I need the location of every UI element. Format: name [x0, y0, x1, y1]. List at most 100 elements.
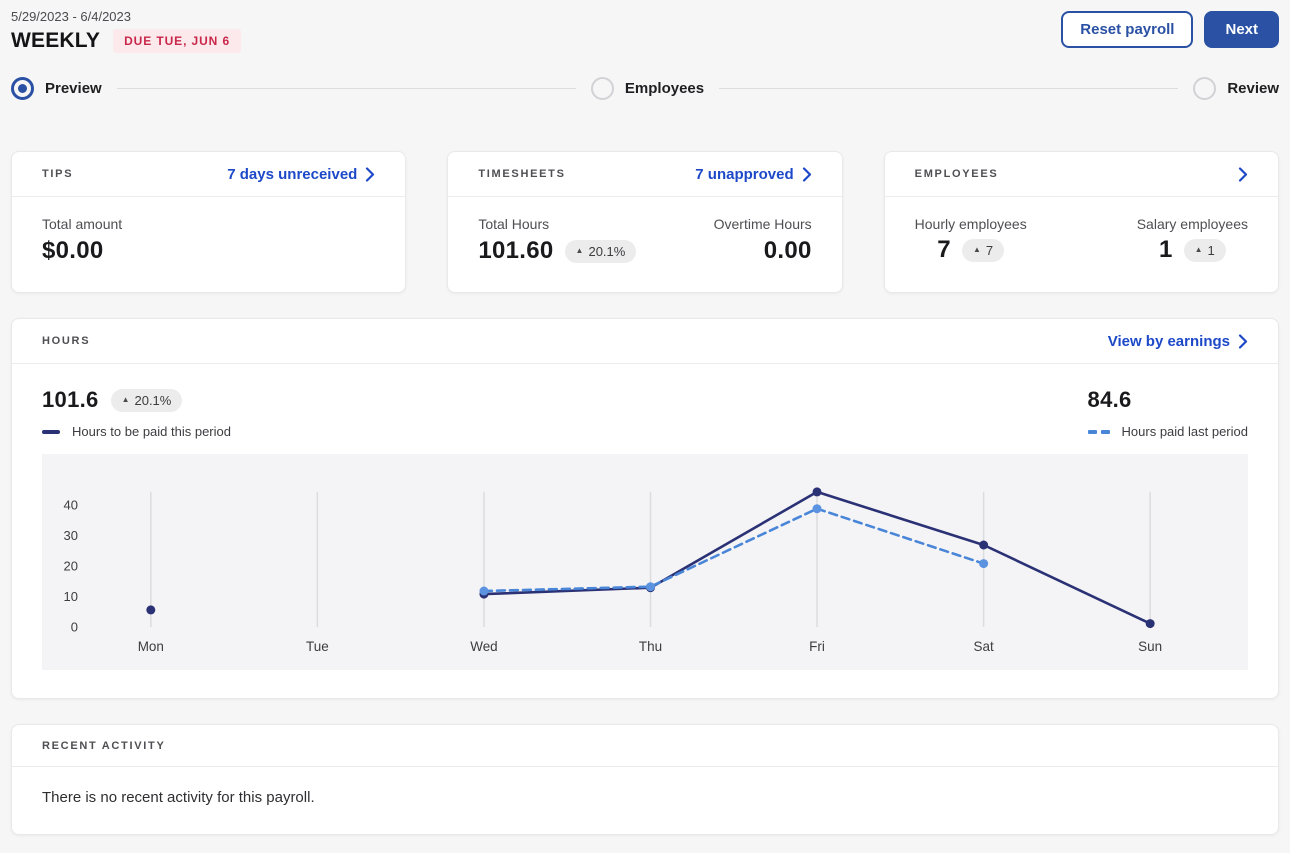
employees-card-body: Hourly employees 7 ▲ 7 Salary employees	[885, 197, 1278, 291]
topbar-left: 5/29/2023 - 6/4/2023 WEEKLY DUE TUE, JUN…	[11, 9, 242, 53]
step-employees-radio-icon[interactable]	[590, 77, 614, 100]
timesheets-card-header: TIMESHEETS 7 unapproved	[448, 152, 842, 197]
page-title: WEEKLY	[11, 29, 101, 52]
summary-cards-row: TIPS 7 days unreceived Total amount $0.0…	[11, 151, 1279, 293]
tips-card-header: TIPS 7 days unreceived	[12, 152, 406, 197]
hours-card-title: HOURS	[42, 335, 91, 347]
current-period-summary: 101.6 ▲ 20.1% Hours to be paid this peri…	[42, 387, 231, 439]
up-arrow-icon: ▲	[972, 245, 981, 254]
topbar: 5/29/2023 - 6/4/2023 WEEKLY DUE TUE, JUN…	[11, 9, 1279, 53]
svg-text:Mon: Mon	[138, 639, 164, 654]
step-preview-radio-icon[interactable]	[11, 77, 34, 100]
previous-period-total: 84.6	[1087, 387, 1132, 412]
tips-card: TIPS 7 days unreceived Total amount $0.0…	[11, 151, 407, 293]
svg-text:Tue: Tue	[306, 639, 329, 654]
step-review[interactable]: Review	[1193, 77, 1279, 100]
recent-activity-card: RECENT ACTIVITY There is no recent activ…	[11, 724, 1279, 835]
timesheets-card-body: Total Hours 101.60 ▲ 20.1% Overtime Hour…	[448, 197, 841, 292]
view-by-earnings-link[interactable]: View by earnings	[1108, 333, 1248, 350]
reset-payroll-button[interactable]: Reset payroll	[1061, 11, 1194, 48]
svg-text:Wed: Wed	[470, 639, 497, 654]
svg-text:Sun: Sun	[1138, 639, 1162, 654]
hourly-employees-label: Hourly employees	[914, 216, 1027, 232]
payroll-preview-page: 5/29/2023 - 6/4/2023 WEEKLY DUE TUE, JUN…	[0, 0, 1290, 835]
timesheets-unapproved-link[interactable]: 7 unapproved	[695, 166, 811, 183]
total-amount-label: Total amount	[42, 216, 123, 232]
svg-text:Fri: Fri	[809, 639, 825, 654]
svg-text:40: 40	[64, 497, 78, 512]
salary-employees-value: 1	[1158, 236, 1173, 263]
current-period-legend-label: Hours to be paid this period	[72, 424, 231, 439]
hours-card: HOURS View by earnings 101.6 ▲ 20.1% Hou…	[11, 318, 1279, 699]
recent-activity-header: RECENT ACTIVITY	[12, 725, 1278, 767]
svg-text:20: 20	[64, 558, 78, 573]
step-preview[interactable]: Preview	[11, 77, 102, 100]
chevron-right-icon	[1238, 166, 1248, 182]
stepper-connector	[116, 88, 576, 89]
tips-unreceived-link[interactable]: 7 days unreceived	[227, 166, 375, 183]
salary-employees-metric: Salary employees 1 ▲ 1	[1137, 216, 1248, 264]
employees-card-header: EMPLOYEES	[884, 152, 1278, 197]
radio-dot-icon	[18, 84, 27, 93]
hourly-employees-metric: Hourly employees 7 ▲ 7	[915, 216, 1027, 264]
previous-period-legend: Hours paid last period	[1087, 424, 1248, 439]
total-hours-label: Total Hours	[478, 216, 550, 232]
current-period-delta-value: 20.1%	[134, 392, 172, 408]
step-preview-label: Preview	[45, 80, 102, 97]
svg-text:Thu: Thu	[639, 639, 662, 654]
timesheets-card: TIMESHEETS 7 unapproved Total Hours 101.…	[447, 151, 843, 293]
up-arrow-icon: ▲	[575, 246, 584, 255]
total-hours-delta-badge: ▲ 20.1%	[564, 239, 637, 263]
chevron-right-icon	[365, 166, 375, 182]
timesheets-unapproved-link-label: 7 unapproved	[695, 165, 794, 183]
hourly-employees-value: 7	[937, 236, 951, 263]
hourly-employees-delta-value: 7	[985, 242, 994, 258]
current-period-total: 101.6	[42, 387, 99, 412]
up-arrow-icon: ▲	[1194, 245, 1203, 254]
hours-line-chart: 0 10 20 30 40 Mon Tue Wed Thu Fri Sat Sun	[64, 487, 1162, 654]
svg-text:10: 10	[64, 589, 78, 604]
recent-activity-title: RECENT ACTIVITY	[42, 739, 166, 752]
total-hours-delta-value: 20.1%	[588, 243, 626, 259]
employees-link[interactable]	[1238, 166, 1248, 182]
tips-card-body: Total amount $0.00	[12, 197, 405, 292]
timesheets-card-title: TIMESHEETS	[478, 168, 566, 180]
next-button[interactable]: Next	[1204, 11, 1279, 48]
previous-period-summary: 84.6 Hours paid last period	[1087, 387, 1248, 439]
stepper-connector	[719, 88, 1179, 89]
chevron-right-icon	[802, 166, 812, 182]
total-amount-value: $0.00	[42, 237, 104, 264]
hourly-employees-delta-badge: ▲ 7	[961, 238, 1005, 262]
salary-employees-label: Salary employees	[1136, 216, 1248, 232]
salary-employees-delta-badge: ▲ 1	[1183, 238, 1226, 262]
pay-period-date-range: 5/29/2023 - 6/4/2023	[11, 9, 131, 24]
step-review-radio-icon[interactable]	[1193, 77, 1217, 100]
due-date-badge: DUE TUE, JUN 6	[113, 29, 242, 53]
view-by-earnings-link-label: View by earnings	[1107, 332, 1230, 350]
step-employees[interactable]: Employees	[590, 77, 705, 100]
overtime-hours-value: 0.00	[763, 237, 812, 264]
payroll-stepper: Preview Employees Review	[11, 77, 1279, 100]
recent-activity-empty-message: There is no recent activity for this pay…	[42, 789, 315, 806]
overtime-hours-label: Overtime Hours	[713, 216, 812, 232]
chevron-right-icon	[1238, 333, 1248, 349]
hours-summary-row: 101.6 ▲ 20.1% Hours to be paid this peri…	[12, 364, 1278, 439]
dashed-line-legend-icon	[1087, 429, 1110, 434]
overtime-hours-metric: Overtime Hours 0.00	[714, 216, 812, 265]
svg-text:Sat: Sat	[974, 639, 994, 654]
salary-employees-delta-value: 1	[1207, 242, 1215, 258]
tips-card-title: TIPS	[42, 168, 74, 180]
total-hours-metric: Total Hours 101.60 ▲ 20.1%	[478, 216, 637, 265]
current-period-delta-badge: ▲ 20.1%	[110, 388, 183, 412]
hours-chart-area: 0 10 20 30 40 Mon Tue Wed Thu Fri Sat Sun	[42, 454, 1248, 670]
svg-text:0: 0	[71, 619, 78, 634]
svg-text:30: 30	[64, 528, 78, 543]
up-arrow-icon: ▲	[121, 395, 130, 404]
hours-card-header: HOURS View by earnings	[12, 319, 1278, 364]
employees-card: EMPLOYEES Hourly employees 7 ▲ 7 Salary …	[883, 151, 1279, 293]
solid-line-legend-icon	[42, 429, 60, 434]
step-employees-label: Employees	[624, 80, 705, 97]
title-row: WEEKLY DUE TUE, JUN 6	[11, 29, 242, 53]
total-hours-value: 101.60	[478, 237, 554, 264]
topbar-actions: Reset payroll Next	[1061, 9, 1279, 48]
